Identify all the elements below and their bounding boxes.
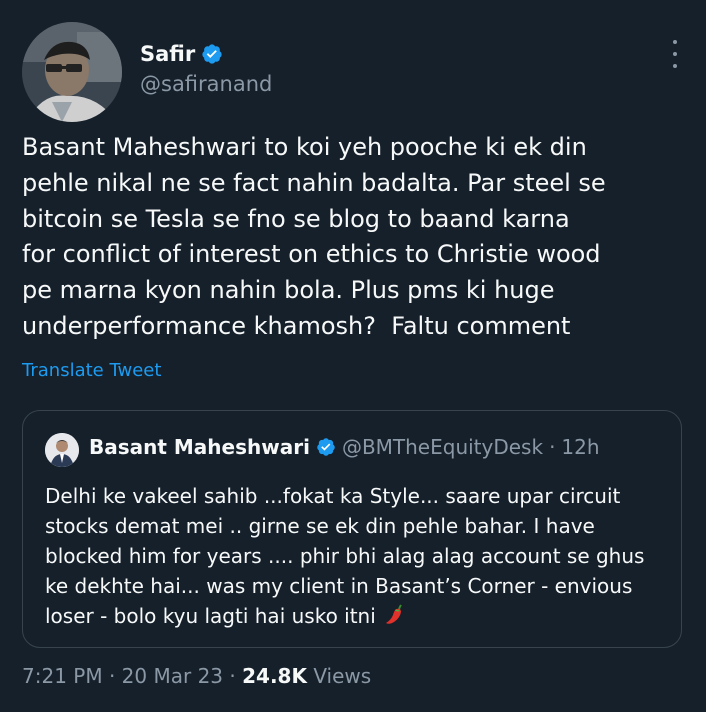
quoted-tweet-text: Delhi ke vakeel sahib ...fokat ka Style.… [45,481,665,631]
tweet-text-line: for conflict of interest on ethics to Ch… [22,240,601,269]
quoted-timestamp[interactable]: 12h [561,435,599,459]
tweet-text-line: bitcoin se Tesla se fno se blog to baand… [22,204,570,233]
translate-tweet-link[interactable]: Translate Tweet [22,360,161,381]
quoted-author-avatar[interactable] [45,433,79,467]
quoted-text-line-last: loser - bolo kyu lagti hai usko itni [45,601,665,631]
more-dot [673,64,677,68]
more-dot [673,40,677,44]
author-avatar-image [22,22,122,122]
tweet-card: Safir @safiranand Basant Maheshwari to k… [0,0,706,712]
quoted-tweet[interactable]: Basant Maheshwari @BMTheEquityDesk · 12h… [22,410,682,648]
quoted-author-name[interactable]: Basant Maheshwari [89,435,310,459]
tweet-text-line: Basant Maheshwari to koi yeh pooche ki e… [22,133,587,161]
quoted-header: Basant Maheshwari @BMTheEquityDesk · 12h [89,435,600,459]
quoted-text-line: stocks demat mei .. girne se ek din pehl… [45,514,595,538]
quoted-text-line: ke dekhte hai... was my client in Basant… [45,574,633,598]
author-avatar[interactable] [22,22,122,122]
views-count[interactable]: 24.8K [242,664,307,688]
quoted-author-handle[interactable]: @BMTheEquityDesk [342,435,543,459]
views-label: Views [313,664,372,688]
quoted-avatar-image [45,433,79,467]
quoted-text-line: Delhi ke vakeel sahib ...fokat ka Style.… [45,484,621,508]
tweet-meta: 7:21 PM · 20 Mar 23 · 24.8K Views [22,664,371,688]
author-name[interactable]: Safir [140,42,195,66]
tweet-text-line: pe marna kyon nahin bola. Plus pms ki hu… [22,276,555,305]
tweet-time[interactable]: 7:21 PM [22,664,103,688]
tweet-date[interactable]: 20 Mar 23 [122,664,223,688]
author-name-row[interactable]: Safir [140,42,223,66]
separator-dot: · [549,435,556,459]
tweet-text-line: underperformance khamosh? Faltu comment [22,311,571,340]
quoted-text-line: blocked him for years .... phir bhi alag… [45,544,645,568]
more-options-icon[interactable] [670,40,680,68]
quoted-text-line: loser - bolo kyu lagti hai usko itni [45,604,376,628]
verified-badge-icon [202,44,222,64]
verified-badge-icon [317,438,335,456]
separator-dot: · [229,664,236,688]
tweet-text-line: pehle nikal ne se fact nahin badalta. Pa… [22,168,606,197]
more-dot [673,52,677,56]
chili-pepper-icon [386,604,402,624]
tweet-text: Basant Maheshwari to koi yeh pooche ki e… [22,130,682,345]
separator-dot: · [108,664,116,688]
author-handle[interactable]: @safiranand [140,72,272,96]
